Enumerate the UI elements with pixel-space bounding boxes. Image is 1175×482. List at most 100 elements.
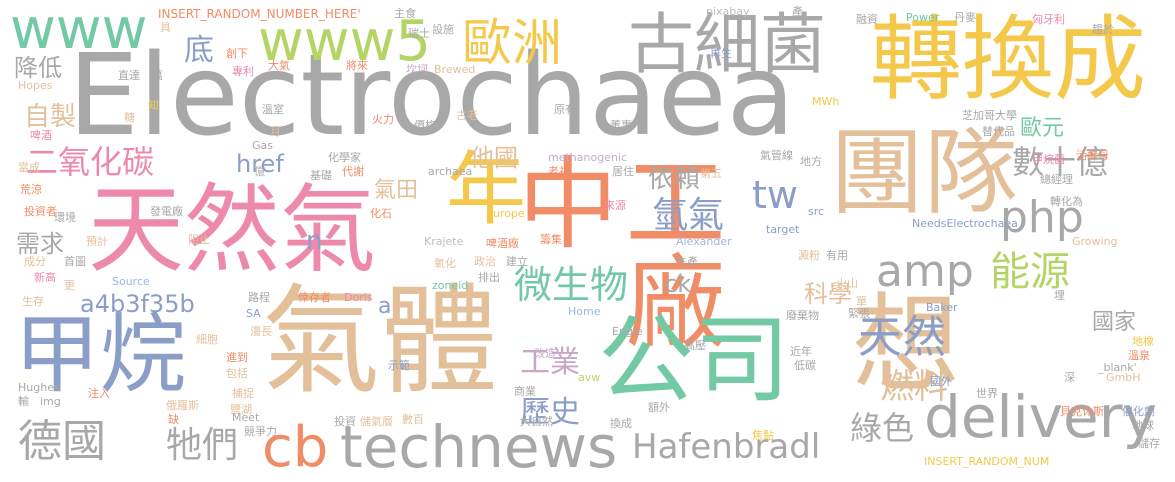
word-qingqi: 氫氣 bbox=[652, 195, 725, 236]
word-small: Power bbox=[906, 11, 940, 24]
word-small: 總經理 bbox=[1040, 173, 1073, 186]
word-small: GmbH bbox=[1106, 371, 1141, 384]
word-small: 大氣 bbox=[268, 59, 290, 72]
word-hafenbradl: Hafenbradl bbox=[632, 427, 821, 467]
word-small: 儲氣層 bbox=[360, 415, 393, 428]
word-small: 近年 bbox=[790, 345, 812, 358]
word-www: www bbox=[10, 0, 148, 62]
word-small: 緊張 bbox=[848, 307, 870, 320]
word-small: 創下 bbox=[226, 47, 248, 60]
word-small: 倖存者 bbox=[298, 291, 331, 304]
word-small: avw bbox=[578, 371, 601, 384]
word-small: 化石 bbox=[370, 207, 392, 220]
word-small: Meet bbox=[232, 411, 260, 424]
word-small: 啤酒 bbox=[30, 129, 52, 142]
word-small: zoneid bbox=[432, 279, 469, 292]
word-small: NeedsElectrochaea bbox=[912, 217, 1018, 230]
word-small: INSERT_RANDOM_NUMBER_HERE' bbox=[158, 7, 361, 21]
word-small: 融資 bbox=[856, 13, 878, 26]
word-small: Doris bbox=[344, 291, 373, 304]
word-amp: amp bbox=[876, 246, 974, 297]
word-small: Alexander bbox=[676, 235, 732, 248]
word-small: 主食 bbox=[394, 7, 416, 20]
word-zizhi: 自製 bbox=[24, 102, 77, 132]
word-small: 焦點 bbox=[752, 429, 774, 442]
word-small: 貝克休斯 bbox=[1060, 405, 1104, 418]
word-tianran: 天然 bbox=[858, 312, 946, 363]
word-nengyuan: 能源 bbox=[990, 249, 1070, 295]
word-small: Engie bbox=[612, 325, 643, 338]
word-small: 有用 bbox=[826, 249, 848, 262]
word-small: 生存 bbox=[22, 295, 44, 308]
word-small: 糖 bbox=[124, 111, 135, 124]
word-small: 當成 bbox=[18, 161, 40, 174]
word-jiangdi: 降低 bbox=[14, 54, 62, 82]
word-small: 具 bbox=[160, 21, 171, 34]
word-small: 投資者 bbox=[24, 205, 57, 218]
word-small: 大自然 bbox=[520, 415, 553, 428]
word-small: 生產 bbox=[676, 255, 698, 268]
word-small: 溫泉 bbox=[1128, 349, 1150, 362]
word-small: 匈牙利 bbox=[1032, 13, 1065, 26]
word-small: 俄羅斯 bbox=[166, 399, 199, 412]
word-n: n bbox=[306, 226, 323, 256]
word-small: 單 bbox=[856, 295, 867, 308]
word-small: Gas bbox=[252, 139, 273, 152]
word-small: 億 bbox=[254, 165, 265, 178]
word-small: 進到 bbox=[226, 351, 248, 364]
word-small: 原有 bbox=[554, 103, 576, 116]
word-small: 活酵母 bbox=[1076, 149, 1109, 162]
word-small: 芝加哥大學 bbox=[962, 109, 1017, 122]
word-yilai: 依賴 bbox=[648, 164, 701, 194]
word-eryanghuatan: 二氧化碳 bbox=[26, 143, 155, 181]
word-small: 老祖 bbox=[548, 165, 570, 178]
word-small: 地方 bbox=[800, 155, 822, 168]
word-small: 第五 bbox=[700, 167, 722, 180]
word-small: 政治 bbox=[474, 255, 496, 268]
word-small: 籌集 bbox=[540, 233, 562, 246]
word-small: 轉化為 bbox=[1050, 195, 1083, 208]
word-small: Hopes bbox=[18, 79, 53, 92]
word-small: 世界 bbox=[976, 387, 998, 400]
word-small: 國外 bbox=[930, 375, 952, 388]
word-small: 地橡 bbox=[1132, 335, 1154, 348]
word-small: 高壓 bbox=[684, 339, 706, 352]
word-small: 設施 bbox=[432, 23, 454, 36]
word-small: 趨於 bbox=[1092, 23, 1114, 36]
word-deguo: 德國 bbox=[18, 416, 106, 467]
word-small: 啤酒廠 bbox=[486, 237, 519, 250]
word-small: 缺 bbox=[168, 413, 179, 426]
word-cloud: Electrochaea 天然氣 氣體 中 工廠 公司 團隊 轉換成 甲烷 想 … bbox=[0, 0, 1175, 482]
word-small: 發電廠 bbox=[150, 205, 183, 218]
word-small: 知 bbox=[148, 99, 159, 112]
word-small: 阻止 bbox=[188, 233, 210, 246]
word-small: 漫長 bbox=[250, 325, 272, 338]
word-small: 注入 bbox=[88, 387, 110, 400]
word-ouzhou: 歐洲 bbox=[462, 14, 562, 72]
word-small: 董事 bbox=[610, 119, 632, 132]
word-small: 廢棄物 bbox=[786, 309, 819, 322]
word-small: 換成 bbox=[610, 417, 632, 430]
word-small: 數百 bbox=[402, 413, 424, 426]
word-small: 甲烷菌 bbox=[1032, 153, 1065, 166]
word-small: 地球 bbox=[1132, 419, 1154, 432]
word-small: 路程 bbox=[248, 291, 270, 304]
word-small: 新高 bbox=[34, 271, 56, 284]
word-small: 再生 bbox=[710, 47, 732, 60]
word-small: img bbox=[40, 395, 61, 408]
word-small: methanogenic bbox=[548, 151, 628, 164]
word-small: 環境 bbox=[54, 211, 76, 224]
word-small: 瑞士 bbox=[408, 27, 430, 40]
word-small: Brewed bbox=[434, 63, 476, 76]
word-small: 氧化 bbox=[434, 257, 456, 270]
word-small: 萬 bbox=[152, 69, 163, 82]
word-taguo: 他國 bbox=[470, 144, 518, 172]
word-small: Growing bbox=[1072, 235, 1118, 248]
word-small: 將來 bbox=[346, 59, 368, 72]
word-small: 建立 bbox=[506, 255, 528, 268]
word-small: 額外 bbox=[648, 401, 670, 414]
word-small: 商業 bbox=[514, 385, 536, 398]
word-small: Source bbox=[112, 275, 150, 288]
word-small: pixabay bbox=[706, 5, 750, 18]
word-small: 低碳 bbox=[794, 359, 816, 372]
